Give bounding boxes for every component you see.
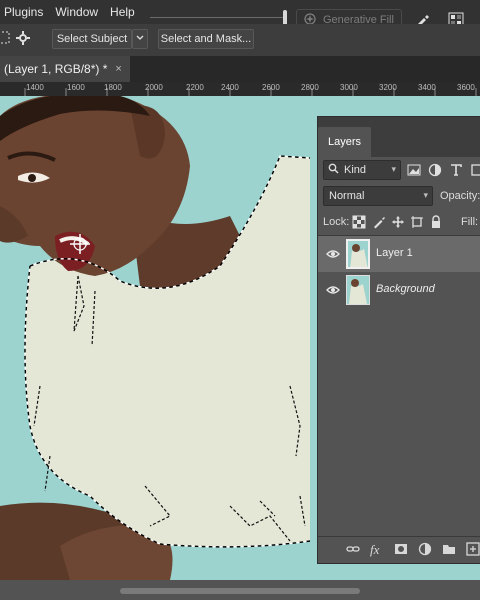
lock-label: Lock:: [323, 216, 350, 228]
adjustment-filter-icon[interactable]: [428, 163, 442, 177]
layer-filter-row: Kind ▾: [318, 157, 480, 183]
fill-label: Fill:: [461, 216, 479, 228]
layers-tab-label: Layers: [328, 136, 362, 148]
close-icon[interactable]: ×: [115, 63, 121, 75]
select-subject-label: Select Subject: [56, 33, 128, 45]
ruler-label: 3400: [418, 83, 436, 92]
shape-filter-icon[interactable]: [470, 163, 480, 177]
select-and-mask-label: Select and Mask...: [160, 33, 252, 45]
blend-mode-value: Normal: [329, 190, 365, 202]
selection-tool-icon[interactable]: [0, 30, 12, 46]
menu-help[interactable]: Help: [104, 5, 141, 19]
ruler-label: 2600: [262, 83, 280, 92]
search-icon: [328, 163, 340, 177]
menu-plugins[interactable]: Plugins: [0, 5, 49, 19]
mask-icon[interactable]: [394, 542, 408, 556]
select-subject-dropdown[interactable]: [132, 29, 148, 49]
ruler-label: 3000: [340, 83, 358, 92]
layers-panel: Layers Kind ▾ Normal ▾ Opacity: Lock: Fi…: [317, 116, 480, 564]
opacity-label: Opacity:: [440, 190, 480, 202]
select-subject-button[interactable]: Select Subject: [52, 29, 132, 49]
adjustment-icon[interactable]: [418, 542, 432, 556]
lock-all-icon[interactable]: [429, 215, 443, 229]
search-track: [150, 17, 285, 18]
gear-icon[interactable]: [15, 30, 31, 46]
blend-row: Normal ▾ Opacity:: [318, 183, 480, 209]
ruler-label: 1600: [67, 83, 85, 92]
horizontal-ruler: 1400 1600 1800 2000 2200 2400 2600 2800 …: [0, 82, 480, 97]
layer-thumbnail: [346, 275, 370, 305]
ruler-label: 2800: [301, 83, 319, 92]
new-layer-icon[interactable]: [466, 542, 480, 556]
layers-tab[interactable]: Layers: [318, 127, 372, 157]
ruler-label: 2200: [186, 83, 204, 92]
ruler-label: 3600: [457, 83, 475, 92]
eye-visibility-icon[interactable]: [326, 247, 340, 261]
ruler-label: 3200: [379, 83, 397, 92]
chevron-down-icon: ▾: [391, 164, 396, 174]
document-tab-bar: (Layer 1, RGB/8*) * ×: [0, 56, 480, 82]
menu-window[interactable]: Window: [49, 5, 104, 19]
ruler-label: 2000: [145, 83, 163, 92]
blend-mode-select[interactable]: Normal ▾: [323, 186, 433, 206]
layer-row-background[interactable]: Background: [318, 272, 480, 308]
chevron-down-icon: [135, 33, 145, 46]
kind-filter-label: Kind: [344, 164, 367, 176]
select-and-mask-button[interactable]: Select and Mask...: [158, 29, 254, 49]
group-folder-icon[interactable]: [442, 542, 456, 556]
layers-bottom-toolbar: fx: [318, 536, 480, 563]
options-bar: Select Subject Select and Mask...: [0, 24, 480, 56]
layer-row-layer-1[interactable]: Layer 1: [318, 236, 480, 272]
image-filter-icon[interactable]: [407, 163, 421, 177]
link-icon[interactable]: [346, 542, 360, 556]
lock-transparency-icon[interactable]: [352, 215, 366, 229]
type-filter-icon[interactable]: [449, 163, 463, 177]
document-tab-title: (Layer 1, RGB/8*) *: [4, 62, 108, 76]
layer-thumbnail: [346, 239, 370, 269]
layer-name: Background: [376, 283, 435, 295]
layers-panel-header: Layers: [318, 117, 480, 157]
layer-name: Layer 1: [376, 247, 413, 259]
fx-icon[interactable]: fx: [370, 542, 384, 557]
document-tab[interactable]: (Layer 1, RGB/8*) * ×: [0, 56, 130, 82]
ruler-label: 1800: [104, 83, 122, 92]
ruler-label: 2400: [221, 83, 239, 92]
menu-bar: Plugins Window Help: [0, 0, 480, 24]
lock-position-move-icon[interactable]: [391, 215, 405, 229]
lock-artboard-icon[interactable]: [410, 215, 424, 229]
ruler-label: 1400: [26, 83, 44, 92]
kind-filter-select[interactable]: Kind ▾: [323, 160, 401, 180]
chevron-down-icon: ▾: [423, 190, 428, 200]
lock-pixels-brush-icon[interactable]: [372, 215, 386, 229]
eye-visibility-icon[interactable]: [326, 283, 340, 297]
horizontal-scrollbar[interactable]: [0, 580, 480, 600]
scrollbar-thumb[interactable]: [120, 588, 360, 594]
lock-row: Lock: Fill:: [318, 209, 480, 235]
